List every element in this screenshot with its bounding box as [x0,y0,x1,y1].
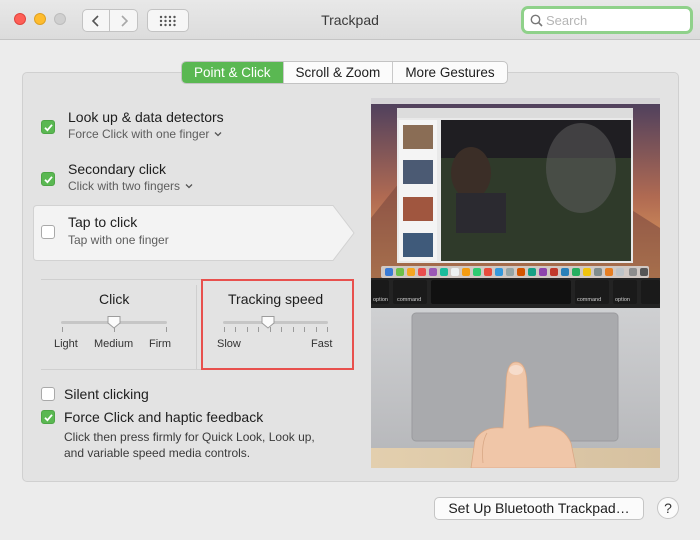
slider-tick [166,327,167,332]
secondary-click-checkbox[interactable] [41,172,55,186]
title-bar: Trackpad [0,0,700,40]
forward-button[interactable] [110,9,138,32]
touchbar-key-command-left: command [397,297,421,303]
zoom-window-button[interactable] [54,13,66,25]
force-click-label: Force Click and haptic feedback [64,409,264,425]
touchbar-key-command-right: command [577,297,601,303]
set-up-bluetooth-trackpad-button[interactable]: Set Up Bluetooth Trackpad… [434,497,644,520]
look-up-subtitle-dropdown[interactable]: Force Click with one finger [68,127,222,141]
look-up-subtitle: Force Click with one finger [68,127,210,141]
search-field[interactable] [521,6,693,34]
close-window-button[interactable] [14,13,26,25]
checkmark-icon [44,414,53,422]
search-input[interactable] [546,12,686,28]
grid-icon [159,15,176,26]
tap-to-click-subtitle: Tap with one finger [68,233,169,247]
checkmark-icon [44,124,53,132]
chevron-right-icon [120,14,128,27]
touchbar-key-option-left: option [373,297,388,303]
force-click-description: Click then press firmly for Quick Look, … [64,429,344,461]
secondary-click-title: Secondary click [68,161,167,177]
force-click-description-line-2: and variable speed media controls. [64,446,251,460]
back-button[interactable] [82,9,110,32]
silent-clicking-checkbox[interactable] [41,387,55,401]
tracking-speed-highlight-box [201,279,354,370]
click-slider-title: Click [99,291,130,307]
look-up-checkbox[interactable] [41,120,55,134]
secondary-click-subtitle-dropdown[interactable]: Click with two fingers [68,179,193,193]
tab-more-gestures[interactable]: More Gestures [392,62,506,83]
show-all-button[interactable] [147,9,189,32]
force-click-checkbox[interactable] [41,410,55,424]
chevron-left-icon [91,14,99,27]
click-slider-label-light: Light [54,338,78,350]
tap-to-click-checkbox[interactable] [41,225,55,239]
secondary-click-subtitle: Click with two fingers [68,179,181,193]
tab-bar: Point & Click Scroll & Zoom More Gesture… [181,61,508,84]
macbook-illustration: option command command option [371,98,660,468]
slider-tick [62,327,63,332]
divider [196,285,197,369]
click-slider-knob[interactable] [107,315,121,329]
tap-to-click-title: Tap to click [68,214,138,230]
search-icon [530,14,543,27]
click-slider-label-firm: Firm [149,338,171,350]
touchbar-key-option-right: option [615,297,630,303]
click-slider-label-medium: Medium [94,338,134,350]
tab-point-and-click[interactable]: Point & Click [182,62,283,83]
force-click-description-line-1: Click then press firmly for Quick Look, … [64,430,315,444]
look-up-title: Look up & data detectors [68,109,224,125]
gesture-preview-image: option command command option [371,98,660,468]
chevron-down-icon [185,184,193,189]
help-button[interactable]: ? [657,497,679,519]
chevron-down-icon [214,132,222,137]
tab-scroll-and-zoom[interactable]: Scroll & Zoom [282,62,393,83]
minimize-window-button[interactable] [34,13,46,25]
checkmark-icon [44,176,53,184]
silent-clicking-label: Silent clicking [64,386,149,402]
